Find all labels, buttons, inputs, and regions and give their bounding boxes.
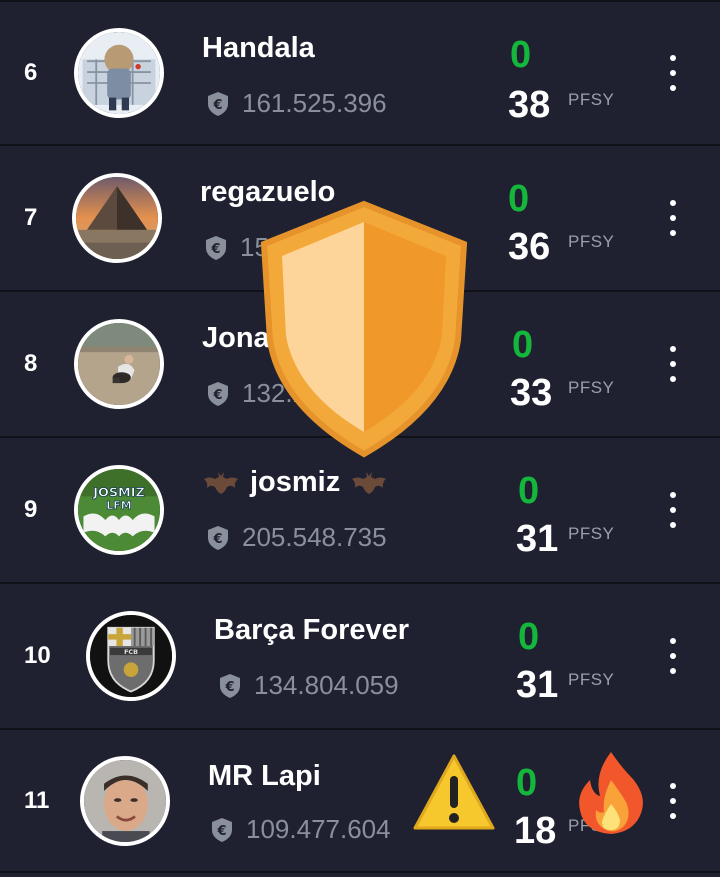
fcb-crest-avatar: FCB [90,615,172,697]
ranking-row-9[interactable]: 9 JOSMIZ LFM josmiz € 205.548.735 0 31 P… [0,438,720,584]
money-amount: 15 [240,232,269,262]
rank-number: 9 [24,496,38,523]
points-total: 33 [510,372,553,414]
player-name: Jona [202,322,270,354]
pyramid-photo-avatar [76,177,158,259]
more-options-icon[interactable] [664,55,682,91]
points-delta: 0 [512,324,534,366]
rank-number: 11 [24,786,50,814]
money-value: € 132.2 [206,378,307,409]
points-total: 31 [516,664,559,706]
avatar[interactable] [80,755,170,846]
euro-shield-icon: € [212,817,232,842]
more-options-icon[interactable] [664,200,682,236]
player-name: Handala [202,32,315,64]
avatar[interactable]: JOSMIZ LFM [74,465,164,555]
money-amount: 134.804.059 [254,670,399,700]
points-unit: PFSY [568,232,615,251]
money-amount: 132.2 [242,378,308,408]
points-unit: PFSY [568,670,615,689]
points-delta: 0 [508,178,530,220]
points-delta: 0 [516,762,538,804]
euro-shield-icon: € [208,91,228,116]
bat-icon [204,471,238,494]
more-options-icon[interactable] [664,638,682,674]
points-total: 38 [508,84,551,126]
money-amount: 109.477.604 [246,814,391,844]
avatar[interactable] [74,28,164,118]
points-total: 36 [508,226,551,268]
euro-shield-icon: € [220,673,240,698]
svg-text:€: € [212,388,222,403]
points-unit: PFSY [568,90,615,109]
fire-icon [579,752,643,834]
rank-number: 10 [24,642,51,669]
bat-icon [352,471,387,494]
money-value: € 109.477.604 [210,814,391,845]
svg-text:€: € [210,242,220,257]
money-value: € 161.525.396 [206,88,387,119]
ranking-row-8[interactable]: 8 Jona € 132.2 0 33 PFSY [0,292,720,438]
player-name-group: josmiz [202,466,388,499]
crest-text: FCB [124,648,138,656]
points-total: 31 [516,518,559,560]
player-name: Barça Forever [214,614,410,646]
man-portrait-avatar [84,759,166,842]
money-amount: 161.525.396 [242,88,387,118]
player-name: regazuelo [200,176,336,208]
ranking-list: 6 Handala € 161.525.396 0 38 PFSY 7 rega… [0,0,720,873]
rank-number: 6 [24,59,38,86]
josmiz-lfm-logo-avatar: JOSMIZ LFM [78,469,160,551]
euro-shield-icon: € [206,235,226,260]
svg-text:€: € [216,824,226,839]
avatar[interactable] [72,173,162,263]
player-name: josmiz [250,466,341,498]
avatar-logo-text-top: JOSMIZ [92,485,144,500]
svg-text:€: € [224,680,234,695]
ranking-row-6[interactable]: 6 Handala € 161.525.396 0 38 PFSY [0,0,720,146]
avatar-logo-text-bottom: LFM [106,499,131,512]
money-value: € 205.548.735 [206,522,387,553]
cartoon-character-avatar [78,32,160,114]
player-name: MR Lapi [208,760,321,792]
points-delta: 0 [518,470,540,512]
person-with-dog-avatar [78,323,160,405]
rank-number: 8 [24,350,38,377]
rank-number: 7 [24,204,38,231]
more-options-icon[interactable] [664,346,682,382]
avatar[interactable]: FCB [86,611,176,701]
points-unit: PFSY [568,524,615,543]
avatar[interactable] [74,319,164,409]
euro-shield-icon: € [208,381,228,406]
points-unit: PFSY [568,378,615,397]
points-delta: 0 [518,616,540,658]
warning-icon [413,754,495,830]
more-options-icon[interactable] [664,782,682,819]
money-value: € 15 [204,232,269,263]
points-delta: 0 [510,34,532,76]
more-options-icon[interactable] [664,492,682,528]
svg-text:€: € [212,98,222,113]
points-total: 18 [514,810,557,852]
money-amount: 205.548.735 [242,522,387,552]
euro-shield-icon: € [208,525,228,550]
svg-text:€: € [212,532,222,547]
ranking-row-7[interactable]: 7 regazuelo € 15 0 36 PFSY [0,146,720,292]
money-value: € 134.804.059 [218,670,399,701]
ranking-row-10[interactable]: 10 FCB Barça Forever € 134.804.059 0 31 … [0,584,720,730]
